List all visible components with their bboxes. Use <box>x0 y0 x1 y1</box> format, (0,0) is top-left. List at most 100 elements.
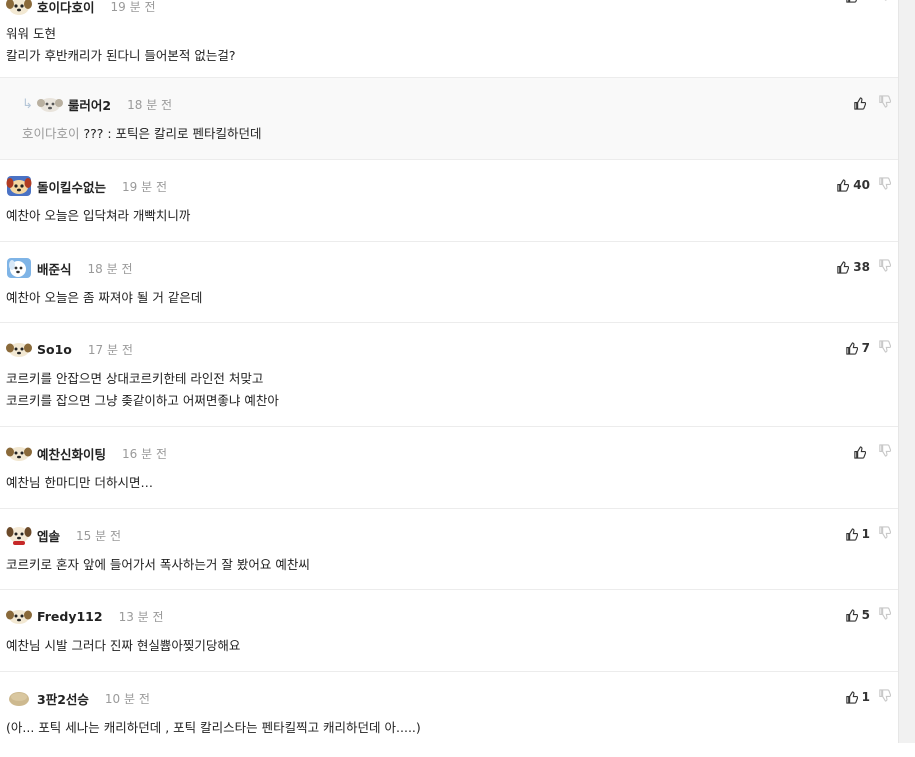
comment-item: Fredy112 13 분 전 5 예찬님 시발 그러다 진짜 현실쁍아찢기당해… <box>0 590 899 672</box>
thumbs-up-icon <box>837 178 850 192</box>
scrollbar[interactable] <box>898 0 915 743</box>
like-count: 38 <box>853 260 870 274</box>
vote-controls <box>853 444 891 460</box>
like-count: 1 <box>862 0 870 3</box>
like-button[interactable]: 5 <box>845 608 870 622</box>
vote-controls <box>853 95 891 111</box>
comment-time: 13 분 전 <box>118 609 164 624</box>
avatar[interactable] <box>6 442 32 464</box>
vote-controls: 38 <box>836 259 891 275</box>
like-button[interactable]: 1 <box>845 0 870 3</box>
thumbs-up-icon <box>854 445 866 459</box>
thumbs-up-icon <box>845 527 858 541</box>
like-button[interactable]: 1 <box>845 527 870 541</box>
thumbs-up-icon <box>854 96 866 110</box>
dislike-button[interactable] <box>878 0 891 4</box>
comment-time: 15 분 전 <box>76 528 121 543</box>
comment-item: 배준식 18 분 전 38 예찬아 오늘은 좀 짜져야 될 거 같은데 <box>0 242 899 323</box>
comment-time: 18 분 전 <box>127 97 173 112</box>
comment-author[interactable]: 3판2선승 <box>37 689 89 708</box>
comment-text: 예찬님 시발 그러다 진짜 현실쁍아찢기당해요 <box>6 638 241 653</box>
comment-text: 워워 도현 <box>6 26 56 41</box>
thumbs-down-icon <box>879 607 891 620</box>
reply-item: ↳ 룰러어2 18 분 전 호이다호이 ??? : 포틱은 칼리로 펜타킬하던데 <box>0 78 899 160</box>
vote-controls: 5 <box>845 607 891 623</box>
comment-text: (아... 포틱 세나는 캐리하던데 , 포틱 칼리스타는 펜타킬찍고 캐리하던… <box>6 720 421 735</box>
like-button[interactable]: 38 <box>836 260 870 274</box>
comment-author[interactable]: 엡솔 <box>37 526 60 545</box>
avatar[interactable] <box>6 257 32 279</box>
thumbs-down-icon <box>879 259 891 272</box>
comment-text: 코르키로 혼자 앞에 들어가서 폭사하는거 잘 봤어요 예찬씨 <box>6 557 310 572</box>
thumbs-up-icon <box>837 260 850 274</box>
reply-arrow-icon: ↳ <box>22 96 33 112</box>
vote-controls: 1 <box>845 0 891 4</box>
comment-text: 예찬님 한마디만 더하시면… <box>6 475 153 490</box>
like-button[interactable] <box>853 445 870 459</box>
comment-item: So1o 17 분 전 7 코르키를 안잡으면 상대코르키한테 라인전 처맞고 … <box>0 323 899 427</box>
comment-author[interactable]: 호이다호이 <box>37 0 95 16</box>
thumbs-down-icon <box>879 689 891 702</box>
vote-controls: 1 <box>845 526 891 542</box>
like-count: 40 <box>853 178 870 192</box>
comment-author[interactable]: 배준식 <box>37 259 72 278</box>
comment-text: 코르키를 잡으면 그냥 좆같이하고 어쩌면좋냐 예찬아 <box>6 393 279 408</box>
avatar[interactable] <box>6 338 32 360</box>
like-button[interactable] <box>853 96 870 110</box>
comment-author[interactable]: Fredy112 <box>37 609 103 624</box>
avatar[interactable] <box>36 93 63 115</box>
like-button[interactable]: 40 <box>836 178 870 192</box>
comment-text: 코르키를 안잡으면 상대코르키한테 라인전 처맞고 <box>6 371 264 386</box>
comment-author[interactable]: 예찬신화이팅 <box>37 444 106 463</box>
avatar[interactable] <box>6 175 32 197</box>
avatar[interactable] <box>6 605 32 627</box>
comment-time: 19 분 전 <box>110 0 156 14</box>
comment-list: 호이다호이 19 분 전 1 워워 도현 칼리가 후반캐리가 된다니 들어본적 … <box>0 0 899 757</box>
comment-text: 예찬아 오늘은 좀 짜져야 될 거 같은데 <box>6 290 203 305</box>
dislike-button[interactable] <box>878 259 891 275</box>
like-button[interactable]: 1 <box>845 690 870 704</box>
comment-author[interactable]: 돌이킬수없는 <box>37 177 106 196</box>
comment-text: ??? : 포틱은 칼리로 펜타킬하던데 <box>83 126 262 141</box>
like-count: 5 <box>861 608 870 622</box>
like-count: 1 <box>861 527 870 541</box>
avatar[interactable] <box>6 687 32 709</box>
dislike-button[interactable] <box>878 607 891 623</box>
thumbs-up-icon <box>845 0 857 3</box>
vote-controls: 1 <box>845 689 891 705</box>
comment-time: 10 분 전 <box>104 691 150 706</box>
comment-author[interactable]: So1o <box>37 342 72 357</box>
comment-author[interactable]: 룰러어2 <box>68 95 111 114</box>
comment-text: 칼리가 후반캐리가 된다니 들어본적 없는걸? <box>6 48 236 63</box>
thumbs-down-icon <box>879 340 891 353</box>
like-count: 7 <box>861 341 870 355</box>
comment-time: 17 분 전 <box>87 342 133 357</box>
comment-item: 엡솔 15 분 전 1 코르키로 혼자 앞에 들어가서 폭사하는거 잘 봤어요 … <box>0 509 899 590</box>
thumbs-down-icon <box>879 95 891 108</box>
dislike-button[interactable] <box>878 177 891 193</box>
comment-item: 호이다호이 19 분 전 1 워워 도현 칼리가 후반캐리가 된다니 들어본적 … <box>0 0 899 78</box>
comment-item: 예찬신화이팅 16 분 전 예찬님 한마디만 더하시면… <box>0 427 899 509</box>
avatar[interactable] <box>6 0 32 17</box>
comment-item: 돌이킬수없는 19 분 전 40 예찬아 오늘은 입닥쳐라 개빡치니까 <box>0 160 899 242</box>
thumbs-up-icon <box>845 341 858 355</box>
dislike-button[interactable] <box>878 95 891 111</box>
mention-author[interactable]: 호이다호이 <box>22 126 80 141</box>
dislike-button[interactable] <box>878 444 891 460</box>
thumbs-down-icon <box>879 526 891 539</box>
comment-item: 3판2선승 10 분 전 1 (아... 포틱 세나는 캐리하던데 , 포틱 칼… <box>0 672 899 757</box>
comment-text: 예찬아 오늘은 입닥쳐라 개빡치니까 <box>6 208 191 223</box>
vote-controls: 7 <box>845 340 891 356</box>
avatar[interactable] <box>6 524 32 546</box>
comment-time: 19 분 전 <box>122 179 167 194</box>
dislike-button[interactable] <box>878 340 891 356</box>
thumbs-down-icon <box>879 444 891 457</box>
like-button[interactable]: 7 <box>845 341 870 355</box>
comment-time: 18 분 전 <box>87 261 133 276</box>
dislike-button[interactable] <box>878 689 891 705</box>
thumbs-down-icon <box>884 0 887 1</box>
thumbs-up-icon <box>845 690 858 704</box>
like-count: 1 <box>861 690 870 704</box>
vote-controls: 40 <box>836 177 891 193</box>
dislike-button[interactable] <box>878 526 891 542</box>
